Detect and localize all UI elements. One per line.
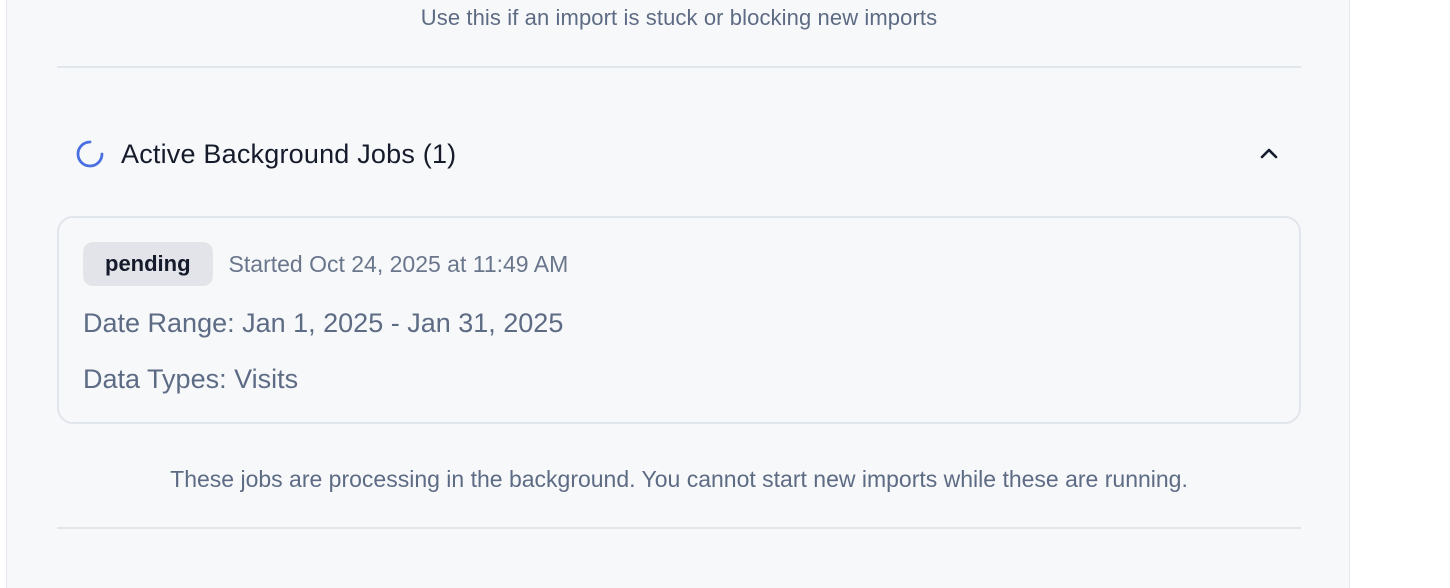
job-data-types: Data Types: Visits [83, 364, 299, 394]
section-divider [57, 66, 1301, 68]
jobs-footer-note: These jobs are processing in the backgro… [170, 466, 1188, 492]
job-date-range: Date Range: Jan 1, 2025 - Jan 31, 2025 [83, 308, 564, 338]
job-started-time: Started Oct 24, 2025 at 11:49 AM [228, 250, 569, 277]
active-jobs-header[interactable]: Active Background Jobs (1) [57, 128, 1301, 180]
loading-spinner-icon [75, 139, 105, 169]
section-divider [57, 527, 1301, 529]
chevron-up-icon[interactable] [1253, 138, 1285, 170]
job-card: pending Started Oct 24, 2025 at 11:49 AM… [57, 216, 1301, 424]
job-meta: pending Started Oct 24, 2025 at 11:49 AM [83, 242, 568, 286]
status-badge: pending [83, 242, 213, 286]
reset-help-text: Use this if an import is stuck or blocki… [420, 5, 938, 30]
active-jobs-title: Active Background Jobs (1) [121, 138, 457, 169]
import-panel: Use this if an import is stuck or blocki… [6, 0, 1350, 588]
